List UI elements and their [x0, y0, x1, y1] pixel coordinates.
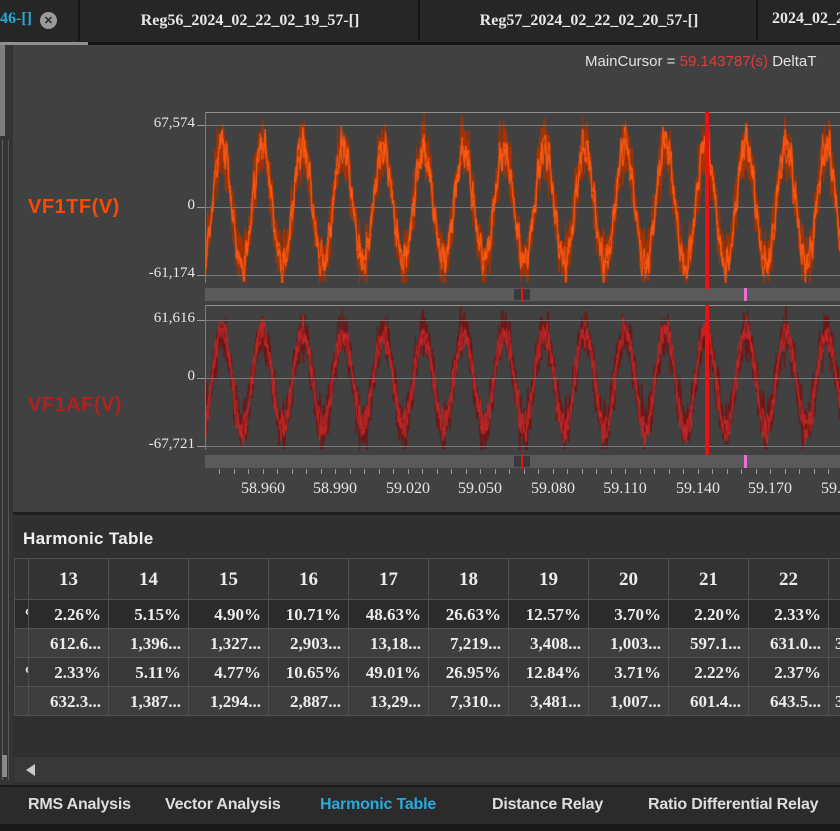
table-cell: 3.71% — [588, 658, 668, 687]
table-cell: 3,408... — [508, 629, 588, 658]
table-cell: 10.71% — [268, 600, 348, 629]
table-cell: 10.65% — [268, 658, 348, 687]
table-cell: 631.0... — [748, 629, 828, 658]
cursor-readout-prefix: MainCursor = — [585, 53, 680, 70]
table-cell: 5.15% — [108, 600, 188, 629]
table-cell: 4.77% — [188, 658, 268, 687]
table-header-17[interactable]: 17 — [348, 558, 428, 600]
table-header-18[interactable]: 18 — [428, 558, 508, 600]
table-header-15[interactable]: 15 — [188, 558, 268, 600]
tab-reg46[interactable]: 46-[] ✕ — [0, 0, 78, 41]
tab-reg46-label: 46-[] — [0, 10, 32, 28]
table-header-22[interactable]: 22 — [748, 558, 828, 600]
table-cell: 2.33% — [28, 658, 108, 687]
table-cell-clipped-right: 3 — [828, 687, 840, 716]
cursor-readout-suffix: DeltaT — [768, 53, 816, 70]
table-cell: 2.22% — [668, 658, 748, 687]
table-header-clipped-right — [828, 558, 840, 600]
table-cell: 1,327... — [188, 629, 268, 658]
table-cell: 597.1... — [668, 629, 748, 658]
window-bottom-edge — [0, 824, 840, 831]
tab-reg57[interactable]: Reg57_2024_02_22_02_20_57-[] — [418, 0, 758, 41]
table-cell: 1,387... — [108, 687, 188, 716]
tab-rms-analysis[interactable]: RMS Analysis — [28, 796, 131, 814]
table-cell: 1,003... — [588, 629, 668, 658]
table-cell: 2,887... — [268, 687, 348, 716]
table-cell: 3.70% — [588, 600, 668, 629]
table-cell: 13,29... — [348, 687, 428, 716]
tab-close-icon[interactable]: ✕ — [40, 12, 57, 29]
left-scrollbar-thumb[interactable] — [0, 45, 5, 136]
table-cell: 49.01% — [348, 658, 428, 687]
table-cell: 12.84% — [508, 658, 588, 687]
table-header-21[interactable]: 21 — [668, 558, 748, 600]
table-header-16[interactable]: 16 — [268, 558, 348, 600]
channel-label-vf1af: VF1AF(V) — [28, 394, 122, 417]
channel-label-vf1tf: VF1TF(V) — [28, 196, 120, 219]
table-header-14[interactable]: 14 — [108, 558, 188, 600]
main-cursor-readout: MainCursor = 59.143787(s) DeltaT — [585, 53, 816, 70]
tab-distance-relay[interactable]: Distance Relay — [492, 796, 603, 814]
table-cell-clipped-left: % — [14, 658, 28, 687]
waveform-plot-vf1af[interactable] — [205, 305, 840, 450]
left-scrollbar-thumb-lower[interactable] — [2, 755, 7, 777]
analysis-tabbar: RMS Analysis Vector Analysis Harmonic Ta… — [0, 785, 840, 826]
table-cell-clipped-left: ... — [14, 687, 28, 716]
harmonic-table-panel: Harmonic Table 13141516171819202122%2.26… — [13, 512, 840, 788]
table-cell-clipped-right — [828, 600, 840, 629]
document-tabbar: 46-[] ✕ Reg56_2024_02_22_02_19_57-[] Reg… — [0, 0, 840, 45]
table-cell: 2.20% — [668, 600, 748, 629]
table-cell: 5.11% — [108, 658, 188, 687]
tab-harmonic-table[interactable]: Harmonic Table — [320, 796, 436, 814]
splitter-line — [2, 140, 3, 780]
tab-reg57-label: Reg57_2024_02_22_02_20_57-[] — [480, 12, 699, 30]
table-cell: 643.5... — [748, 687, 828, 716]
table-header-19[interactable]: 19 — [508, 558, 588, 600]
table-cell: 13,18... — [348, 629, 428, 658]
table-cell: 2.26% — [28, 600, 108, 629]
table-cell: 26.63% — [428, 600, 508, 629]
harmonic-table-title: Harmonic Table — [23, 529, 153, 549]
waveform-plot-vf1tf[interactable] — [205, 112, 840, 283]
tab-ratio-differential-relay[interactable]: Ratio Differential Relay — [648, 796, 818, 814]
table-cell-clipped-right: 3 — [828, 629, 840, 658]
table-cell: 4.90% — [188, 600, 268, 629]
table-cell-clipped-left: % — [14, 600, 28, 629]
table-cell: 632.3... — [28, 687, 108, 716]
table-cell: 601.4... — [668, 687, 748, 716]
table-cell: 1,007... — [588, 687, 668, 716]
table-cell: 1,396... — [108, 629, 188, 658]
table-cell-clipped-left: ... — [14, 629, 28, 658]
table-cell: 2.33% — [748, 600, 828, 629]
tab-vector-analysis[interactable]: Vector Analysis — [165, 796, 281, 814]
table-cell: 48.63% — [348, 600, 428, 629]
table-cell: 2,903... — [268, 629, 348, 658]
table-header-13[interactable]: 13 — [28, 558, 108, 600]
table-cell: 7,310... — [428, 687, 508, 716]
table-cell: 26.95% — [428, 658, 508, 687]
splitter-line — [8, 140, 9, 780]
table-cell: 12.57% — [508, 600, 588, 629]
tab-next-partial-label: 2024_02_22 — [772, 10, 840, 28]
tab-reg56[interactable]: Reg56_2024_02_22_02_19_57-[] — [78, 0, 420, 41]
table-cell: 612.6... — [28, 629, 108, 658]
table-cell: 1,294... — [188, 687, 268, 716]
table-cell-clipped-right — [828, 658, 840, 687]
table-cell: 3,481... — [508, 687, 588, 716]
table-header-20[interactable]: 20 — [588, 558, 668, 600]
active-tab-underline — [0, 42, 88, 45]
cursor-readout-value: 59.143787(s) — [680, 53, 768, 70]
scroll-left-arrow-icon[interactable] — [26, 764, 35, 776]
wave-analysis-window: 46-[] ✕ Reg56_2024_02_22_02_19_57-[] Reg… — [0, 0, 840, 831]
left-splitter-gutter[interactable] — [0, 45, 14, 824]
table-horizontal-scrollbar[interactable] — [14, 756, 840, 782]
tab-next-partial[interactable]: 2024_02_22 — [756, 0, 840, 41]
table-cell: 2.37% — [748, 658, 828, 687]
table-cell: 7,219... — [428, 629, 508, 658]
tab-reg56-label: Reg56_2024_02_22_02_19_57-[] — [141, 12, 360, 30]
table-header-clipped-left — [14, 558, 28, 600]
